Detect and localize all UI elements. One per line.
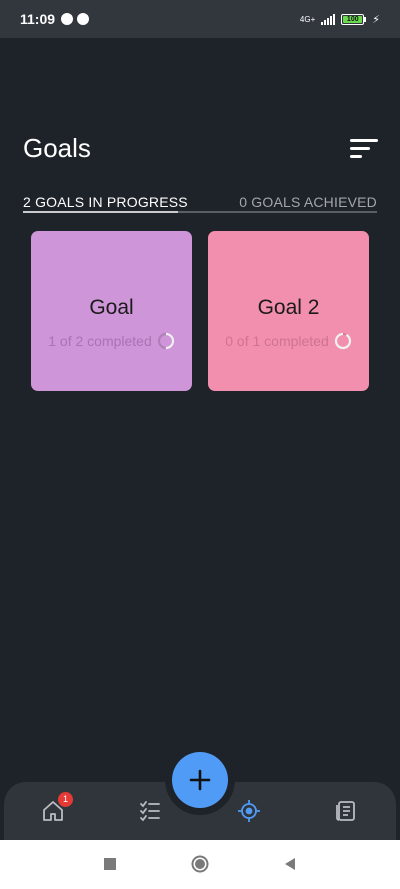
tab-active-indicator: [23, 211, 178, 213]
goal-title: Goal: [89, 296, 134, 319]
goal-card[interactable]: Goal 1 of 2 completed: [31, 231, 192, 391]
checklist-icon[interactable]: [135, 796, 165, 826]
goal-progress-text: 1 of 2 completed: [48, 333, 152, 349]
status-bar: 11:09 4G+ 100 ⚡: [0, 0, 400, 38]
battery-level: 100: [343, 15, 363, 23]
back-icon[interactable]: [282, 856, 298, 872]
system-nav-bar: [0, 840, 400, 889]
sort-icon[interactable]: [350, 139, 378, 159]
tab-in-progress[interactable]: 2 GOALS IN PROGRESS: [23, 194, 188, 210]
notification-badge: 1: [58, 792, 73, 807]
target-icon[interactable]: [234, 796, 264, 826]
progress-ring-icon: [334, 332, 351, 350]
charging-icon: ⚡: [372, 13, 380, 26]
signal-icon: [321, 13, 336, 25]
goal-progress-text: 0 of 1 completed: [225, 333, 329, 349]
goal-tabs: 2 GOALS IN PROGRESS 0 GOALS ACHIEVED: [23, 192, 377, 213]
goal-progress: 0 of 1 completed: [208, 332, 369, 350]
goal-progress: 1 of 2 completed: [31, 332, 192, 350]
plus-icon: [189, 769, 211, 791]
goal-title: Goal 2: [257, 296, 320, 319]
add-goal-button[interactable]: [172, 752, 228, 808]
recent-apps-icon[interactable]: [102, 856, 118, 872]
journal-icon[interactable]: [331, 796, 361, 826]
app-notification-icon: [61, 13, 74, 25]
app-notification-icon: [77, 13, 90, 25]
goal-card[interactable]: Goal 2 0 of 1 completed: [208, 231, 369, 391]
page-title: Goals: [23, 133, 91, 163]
home-circle-icon[interactable]: [191, 855, 209, 873]
tab-achieved[interactable]: 0 GOALS ACHIEVED: [239, 194, 377, 210]
battery-icon: 100: [341, 13, 367, 25]
status-time: 11:09: [20, 11, 56, 27]
progress-ring-icon: [157, 332, 174, 350]
network-type: 4G+: [299, 14, 316, 24]
